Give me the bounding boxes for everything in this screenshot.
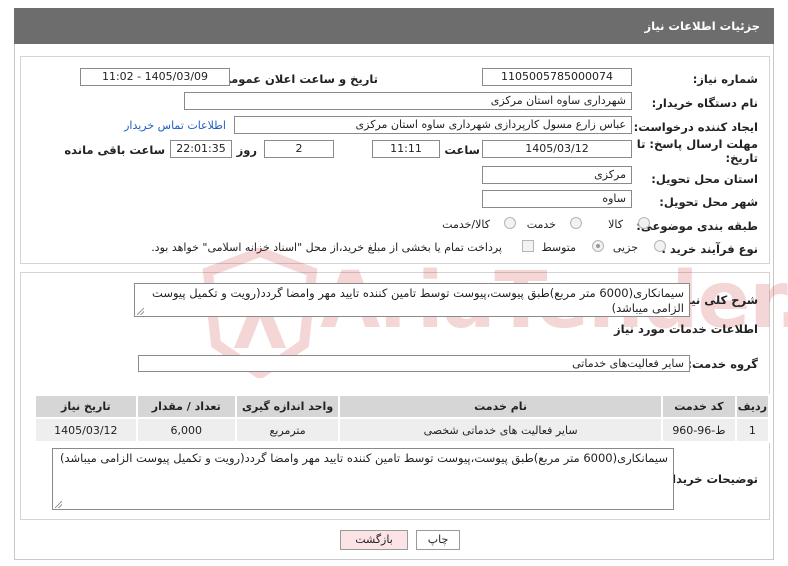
deadline-time-label: ساعت [444,143,480,157]
print-button[interactable]: چاپ [416,530,460,550]
resize-grip-icon[interactable] [55,501,62,508]
service-group-label: گروه خدمت: [687,357,758,371]
buyer-contact-link[interactable]: اطلاعات تماس خریدار [124,119,226,132]
col-row-number: ردیف [734,394,771,419]
buyer-org-label: نام دستگاه خریدار: [651,96,758,110]
cell-service-name: سایر فعالیت های خدماتی شخصی [338,417,663,443]
province-field[interactable]: مرکزی [482,166,632,184]
buyer-notes-label: توضیحات خریدار: [660,472,758,486]
description-text: سیمانکاری(6000 متر مربع)طبق پیوست،پیوست … [152,286,684,315]
process-option-minor: جزیی [612,241,638,254]
deadline-time-field[interactable]: 11:11 [372,140,440,158]
back-button[interactable]: بازگشت [340,530,408,550]
deadline-date-label: تاریخ: [725,151,758,165]
services-table: ردیف کد خدمت نام خدمت واحد اندازه گیری ت… [34,394,771,443]
category-radio-service[interactable] [570,217,582,229]
page-header: جزئیات اطلاعات نیاز [14,8,774,44]
announce-label: تاریخ و ساعت اعلان عمومی: [214,72,378,86]
province-label: استان محل تحویل: [651,172,758,186]
category-option-service: خدمت [526,218,556,231]
announce-field[interactable]: 1405/03/09 - 11:02 [80,68,230,86]
cell-service-code: ط-96-960 [660,417,737,443]
category-radio-goods-service[interactable] [504,217,516,229]
cell-row-number: 1 [734,417,771,443]
remaining-time-label: ساعت باقی مانده [64,143,165,157]
col-quantity: تعداد / مقدار [135,394,237,419]
days-remaining-field[interactable]: 2 [264,140,334,158]
need-number-label: شماره نیاز: [692,72,758,86]
table-header-row: ردیف کد خدمت نام خدمت واحد اندازه گیری ت… [34,394,771,419]
deadline-date-field[interactable]: 1405/03/12 [482,140,632,158]
service-group-field[interactable]: سایر فعالیت‌های خدماتی [138,355,690,372]
process-option-medium: متوسط [541,241,576,254]
process-radio-medium[interactable] [592,240,604,252]
city-field[interactable]: ساوه [482,190,632,208]
col-need-date: تاریخ نیاز [34,394,138,419]
city-label: شهر محل تحویل: [659,195,758,209]
buyer-notes-text: سیمانکاری(6000 متر مربع)طبق پیوست،پیوست … [60,451,668,465]
creator-label: ایجاد کننده درخواست: [633,120,758,134]
creator-field[interactable]: عباس زارع مسول کارپردازی شهرداری ساوه اس… [234,116,632,134]
buyer-notes-textarea[interactable]: سیمانکاری(6000 متر مربع)طبق پیوست،پیوست … [52,448,674,510]
page-title: جزئیات اطلاعات نیاز [644,19,760,33]
category-option-goods: کالا [608,218,623,231]
col-unit: واحد اندازه گیری [234,394,341,419]
process-radio-minor[interactable] [654,240,666,252]
treasury-payment-note: پرداخت تمام یا بخشی از مبلغ خرید،از محل … [151,241,502,254]
cell-quantity: 6,000 [135,417,237,443]
category-radio-goods[interactable] [638,217,650,229]
description-textarea[interactable]: سیمانکاری(6000 متر مربع)طبق پیوست،پیوست … [134,283,690,317]
buyer-org-field[interactable]: شهرداری ساوه استان مرکزی [184,92,632,110]
category-label: طبقه بندی موضوعی: [636,219,758,233]
process-label: نوع فرآیند خرید : [661,242,758,256]
table-row[interactable]: 1 ط-96-960 سایر فعالیت های خدماتی شخصی م… [34,417,771,443]
cell-need-date: 1405/03/12 [34,417,138,443]
col-service-code: کد خدمت [660,394,737,419]
deadline-label: مهلت ارسال پاسخ: تا [636,137,758,151]
resize-grip-icon[interactable] [137,308,144,315]
category-option-goods-service: کالا/خدمت [442,218,490,231]
cell-unit: مترمربع [234,417,341,443]
need-number-field[interactable]: 1105005785000074 [482,68,632,86]
remaining-time-field[interactable]: 22:01:35 [170,140,232,158]
services-section-title: اطلاعات خدمات مورد نیاز [614,322,758,336]
treasury-payment-checkbox[interactable] [522,240,534,252]
col-service-name: نام خدمت [338,394,663,419]
